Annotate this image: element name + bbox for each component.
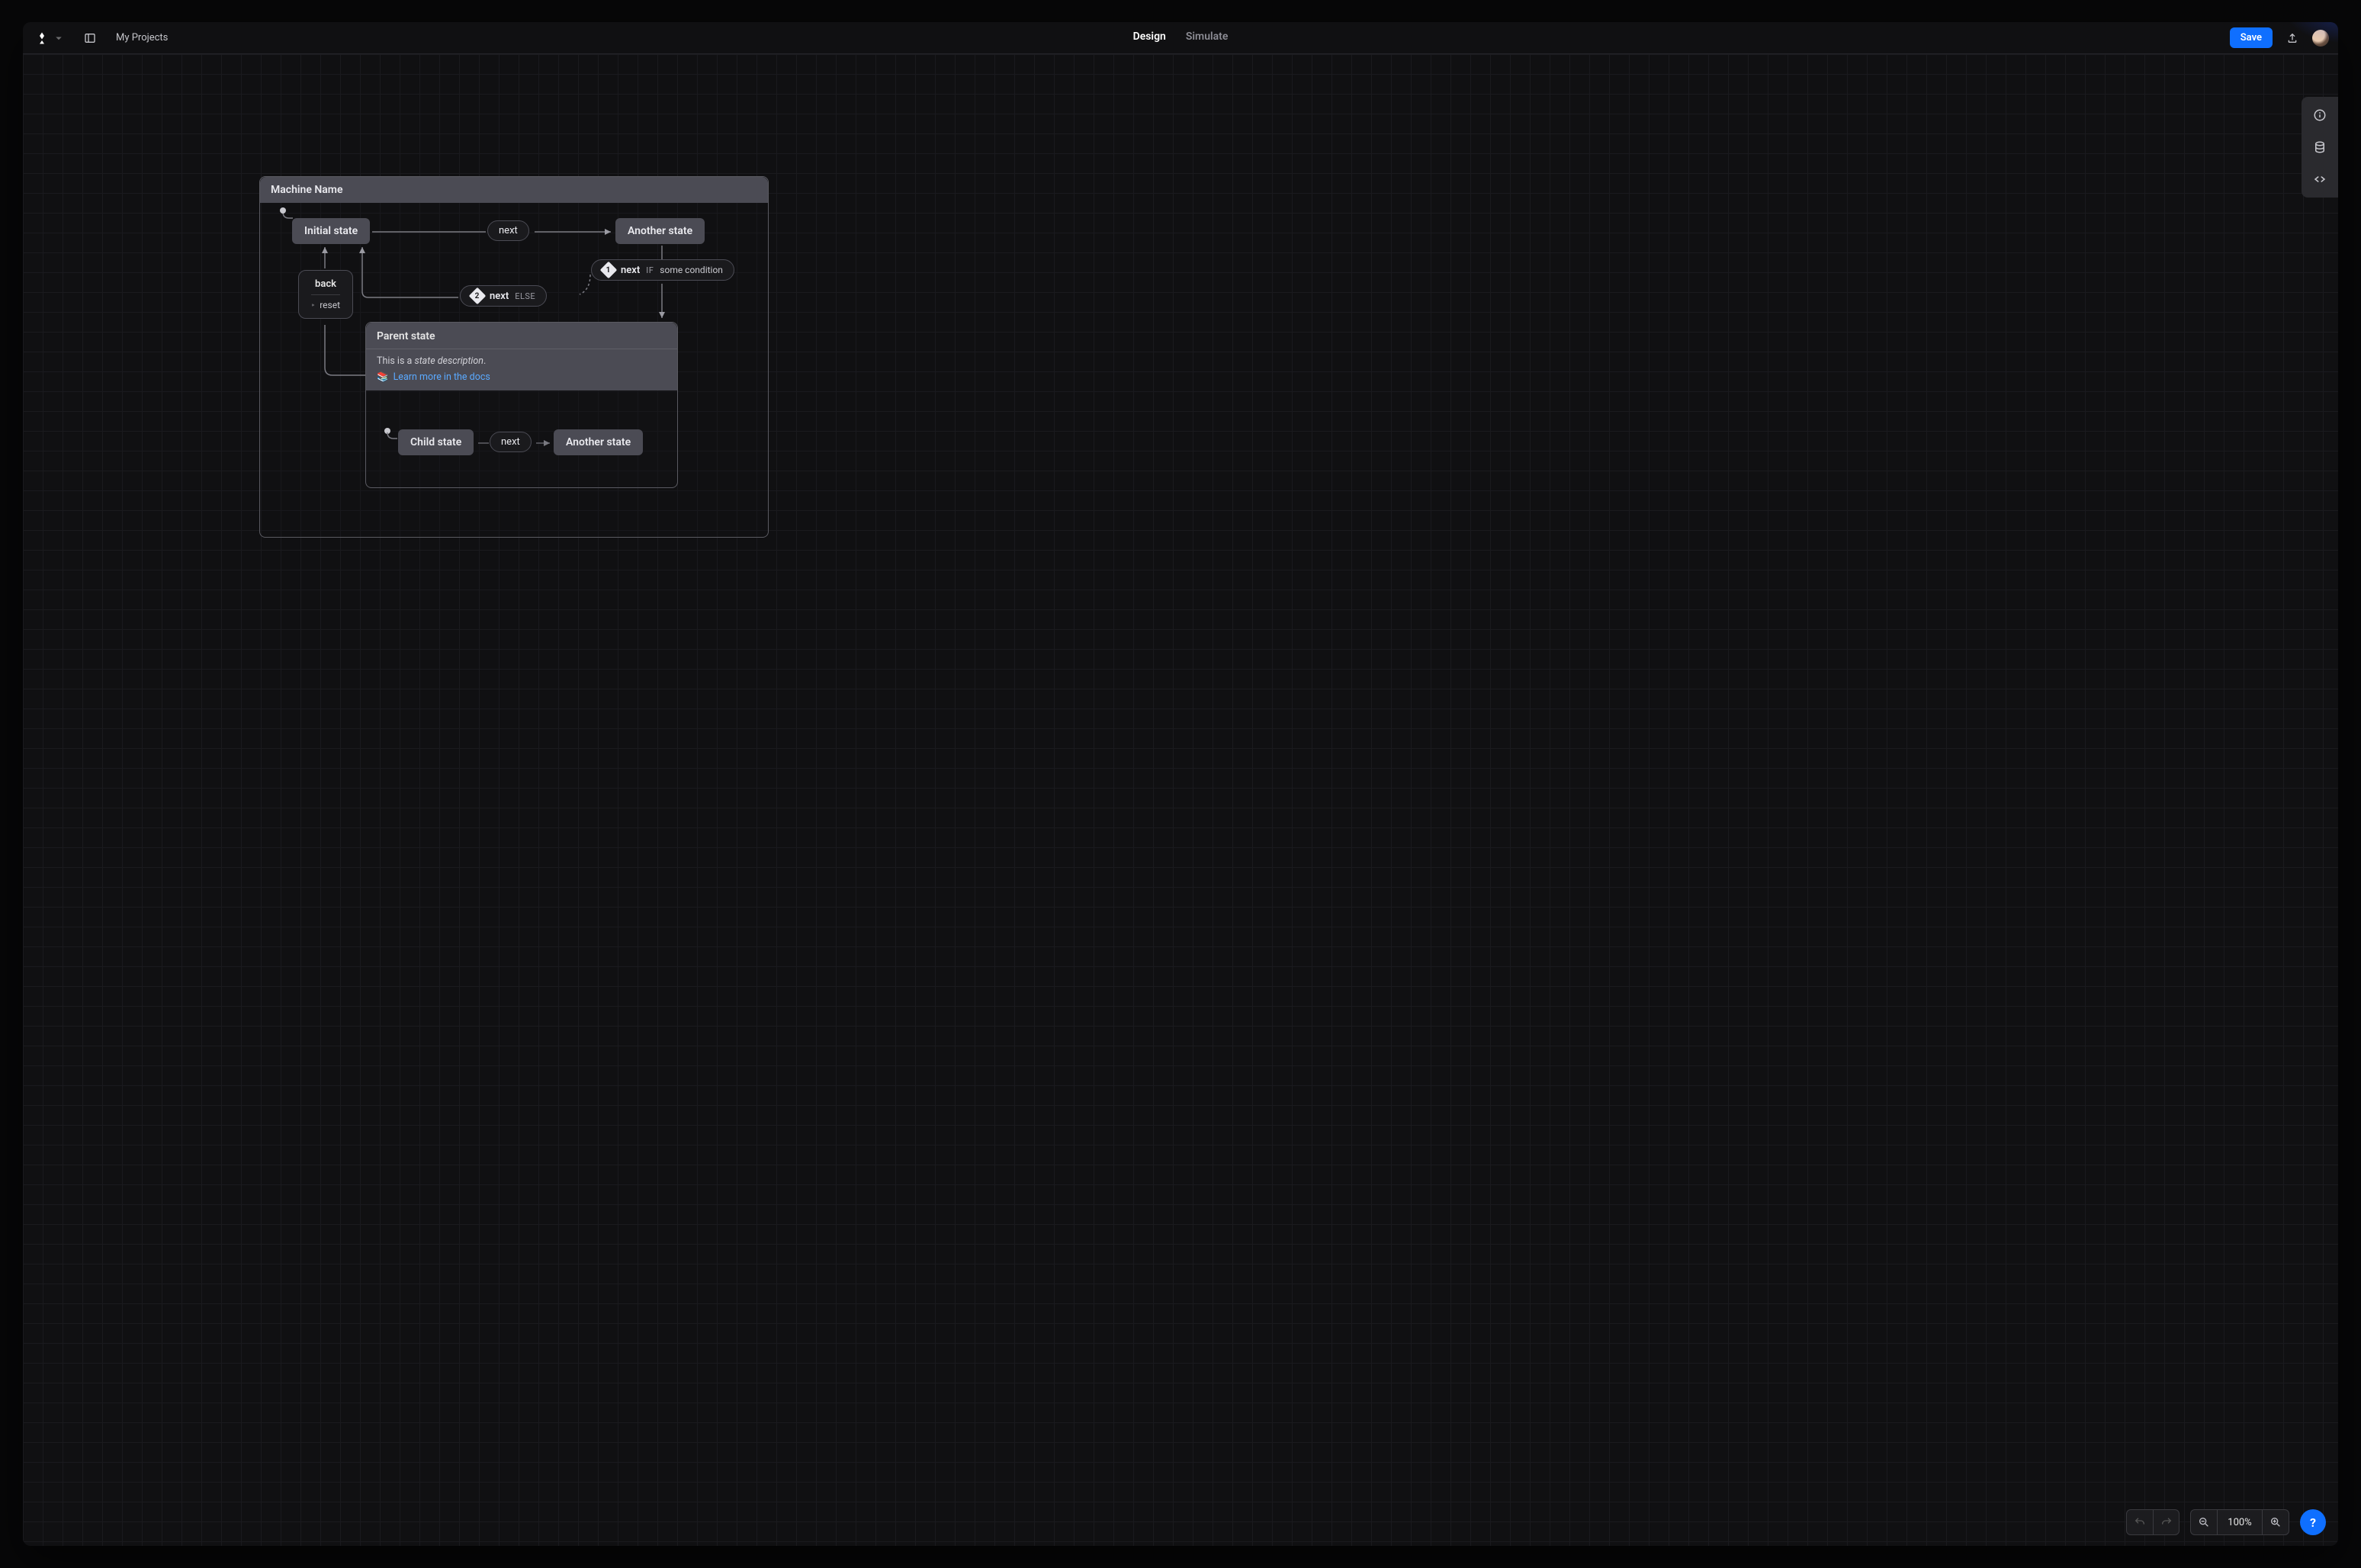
initial-marker — [280, 207, 286, 214]
right-rail — [2302, 97, 2338, 198]
state-child[interactable]: Child state — [398, 429, 474, 455]
undo-button[interactable] — [2127, 1510, 2153, 1534]
canvas[interactable]: Machine Name — [23, 54, 2338, 1546]
event-back[interactable]: back reset — [298, 270, 353, 319]
event-label: next — [499, 225, 518, 236]
rail-info[interactable] — [2309, 104, 2330, 126]
machine-title[interactable]: Machine Name — [260, 177, 768, 203]
zoom-in-button[interactable] — [2263, 1510, 2289, 1534]
state-parent[interactable]: Parent state This is a state description… — [365, 322, 678, 488]
redo-icon — [2160, 1516, 2173, 1528]
upload-icon — [2286, 32, 2298, 44]
play-icon — [311, 301, 315, 309]
event-next-guarded[interactable]: 1 next IF some condition — [591, 259, 734, 281]
save-button[interactable]: Save — [2230, 27, 2273, 48]
docs-link[interactable]: 📚 Learn more in the docs — [377, 371, 667, 383]
machine-container[interactable]: Machine Name — [259, 176, 769, 538]
topbar: My Projects Design Simulate Save — [23, 22, 2338, 54]
event-next-top[interactable]: next — [487, 220, 529, 241]
state-another-child[interactable]: Another state — [554, 429, 643, 455]
state-another-top[interactable]: Another state — [615, 218, 705, 244]
event-label: next — [490, 291, 509, 302]
rail-context[interactable] — [2309, 137, 2330, 158]
action-row: reset — [311, 300, 340, 310]
app-window: My Projects Design Simulate Save — [23, 22, 2338, 1546]
else-keyword: ELSE — [515, 291, 535, 301]
event-label: next — [621, 265, 640, 276]
docs-label: Learn more in the docs — [394, 371, 490, 383]
question-icon: ? — [2310, 1515, 2316, 1530]
info-icon — [2313, 108, 2327, 122]
event-next-else[interactable]: 2 next ELSE — [460, 285, 547, 307]
event-label: next — [501, 436, 520, 448]
guard-order-badge: 2 — [469, 288, 487, 305]
event-label: back — [311, 278, 340, 295]
share-button[interactable] — [2282, 27, 2303, 49]
guard-condition: some condition — [660, 265, 723, 275]
initial-marker — [384, 428, 390, 434]
database-icon — [2313, 140, 2327, 154]
desc-suffix: . — [483, 355, 486, 367]
zoom-out-button[interactable] — [2191, 1510, 2217, 1534]
desc-em: state description — [414, 355, 483, 367]
help-button[interactable]: ? — [2300, 1509, 2326, 1535]
action-name: reset — [320, 300, 340, 310]
event-next-child[interactable]: next — [490, 432, 532, 452]
chevron-down-icon — [52, 31, 66, 45]
logo-menu[interactable] — [32, 28, 69, 48]
guard-order-badge: 1 — [600, 262, 618, 279]
zoom-group: 100% — [2190, 1509, 2289, 1535]
rail-code[interactable] — [2309, 169, 2330, 190]
avatar[interactable] — [2312, 30, 2329, 47]
code-icon — [2313, 172, 2327, 186]
zoom-level[interactable]: 100% — [2217, 1510, 2263, 1534]
history-group — [2126, 1509, 2180, 1535]
logo-icon — [35, 31, 49, 45]
desc-text: This is a — [377, 355, 414, 367]
zoom-in-icon — [2269, 1516, 2282, 1528]
redo-button[interactable] — [2153, 1510, 2179, 1534]
parent-title[interactable]: Parent state — [366, 323, 677, 349]
books-icon: 📚 — [377, 371, 389, 383]
zoom-out-icon — [2198, 1516, 2210, 1528]
breadcrumb[interactable]: My Projects — [116, 32, 168, 43]
parent-description: This is a state description. 📚 Learn mor… — [366, 349, 677, 390]
state-initial[interactable]: Initial state — [292, 218, 370, 244]
panel-toggle-button[interactable] — [79, 27, 101, 49]
undo-icon — [2134, 1516, 2146, 1528]
panel-left-icon — [84, 32, 96, 44]
bottom-controls: 100% ? — [2126, 1509, 2326, 1535]
if-keyword: IF — [646, 265, 654, 275]
